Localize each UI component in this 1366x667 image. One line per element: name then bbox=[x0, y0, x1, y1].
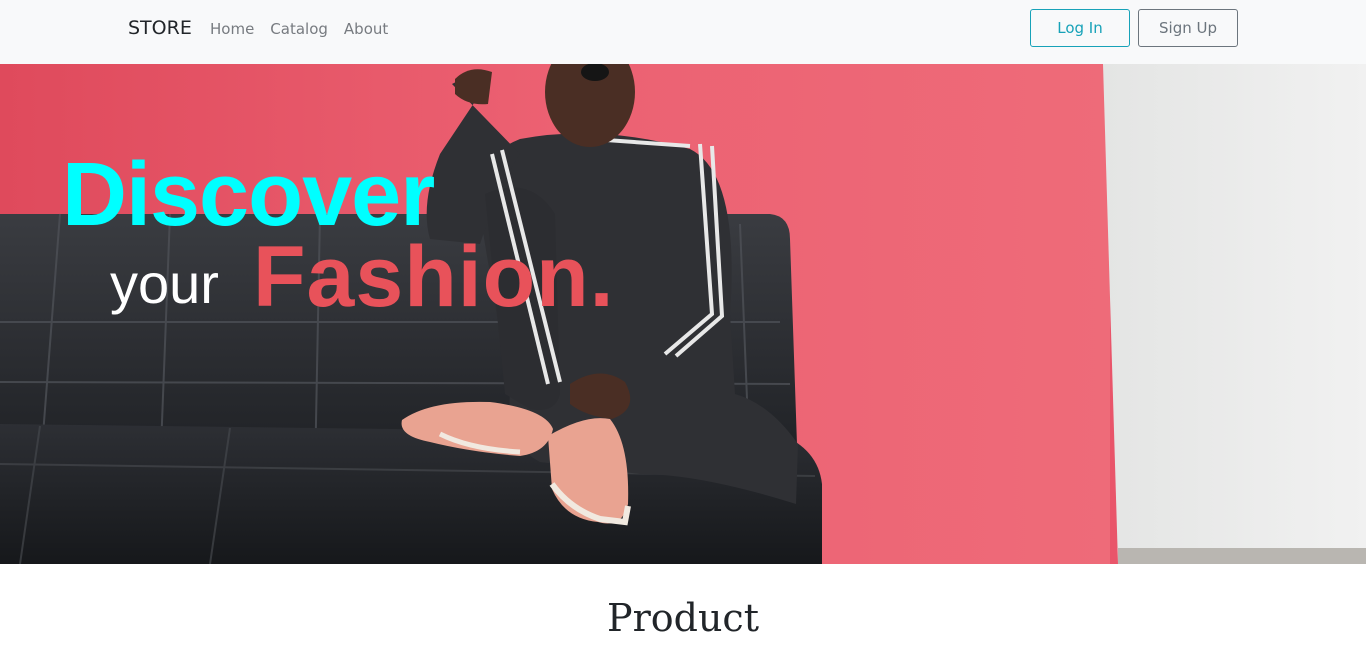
nav-link-home[interactable]: Home bbox=[210, 20, 254, 38]
hero-headline-fashion: Fashion. bbox=[253, 229, 615, 325]
brand-logo[interactable]: STORE bbox=[128, 17, 192, 39]
nav-link-about[interactable]: About bbox=[344, 20, 388, 38]
hero-banner: Discover your Fashion. bbox=[0, 64, 1366, 564]
login-button[interactable]: Log In bbox=[1030, 9, 1130, 47]
nav-link-catalog[interactable]: Catalog bbox=[270, 20, 328, 38]
nav-links: Home Catalog About bbox=[210, 20, 404, 38]
product-section-title: Product bbox=[607, 596, 759, 640]
signup-button[interactable]: Sign Up bbox=[1138, 9, 1238, 47]
navbar: STORE Home Catalog About Log In Sign Up bbox=[0, 0, 1366, 64]
hero-headline-discover: Discover bbox=[62, 145, 435, 245]
hero-headline-your: your bbox=[110, 252, 219, 315]
